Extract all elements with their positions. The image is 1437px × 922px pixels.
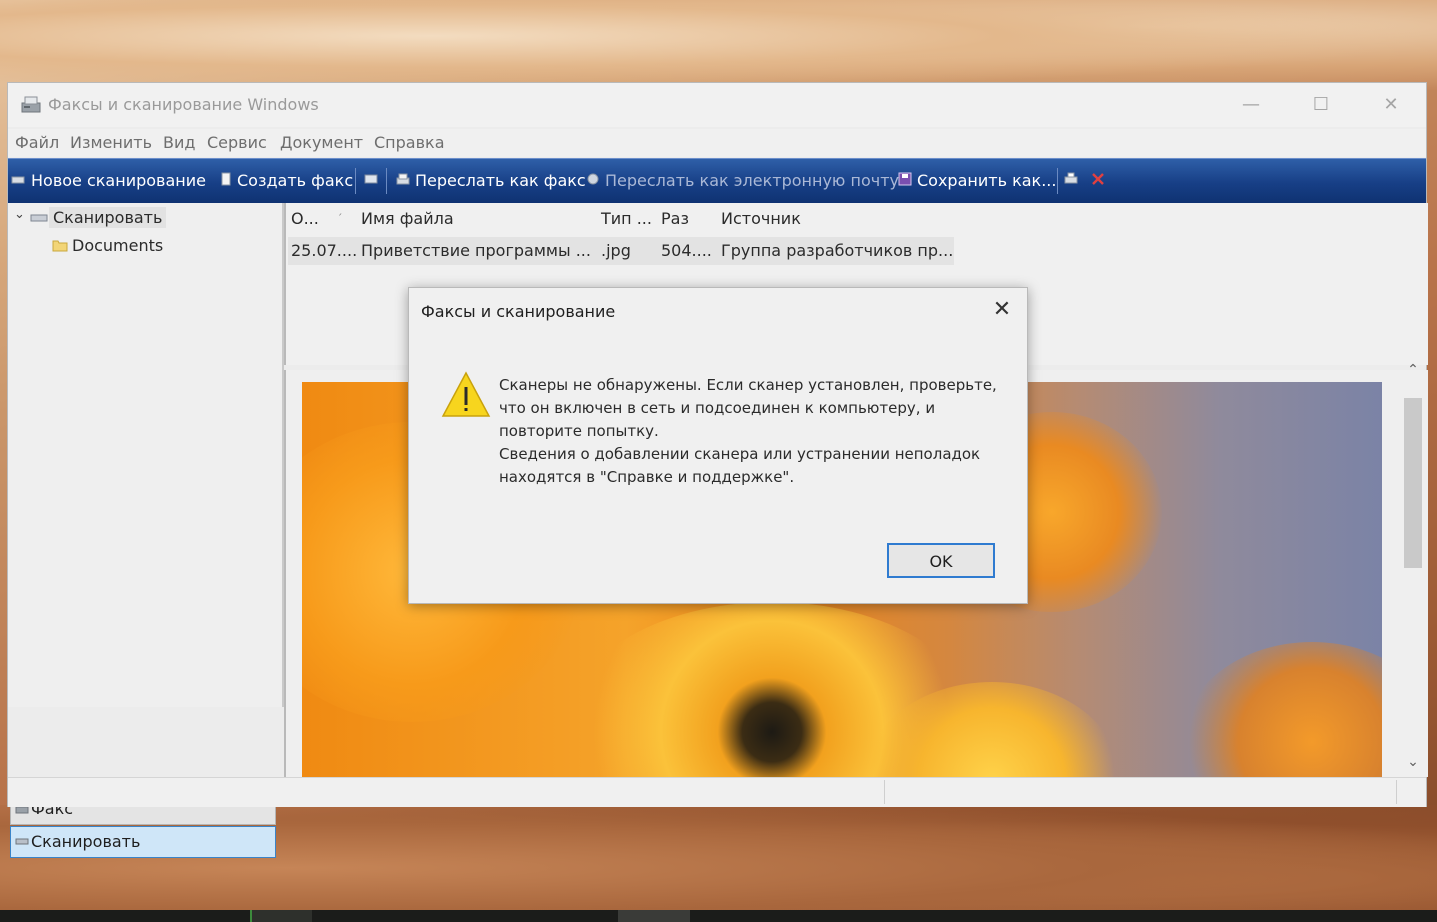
title-bar: Факсы и сканирование Windows — ☐ ✕ bbox=[8, 83, 1426, 127]
column-header-date[interactable]: О... bbox=[291, 209, 319, 228]
menu-file[interactable]: Файл bbox=[15, 133, 59, 152]
table-row[interactable]: 25.07.... Приветствие программы ... .jpg… bbox=[288, 237, 954, 265]
fax-document-icon bbox=[221, 172, 231, 186]
menu-bar: Файл Изменить Вид Сервис Документ Справк… bbox=[8, 129, 1426, 157]
cell-filename: Приветствие программы ... bbox=[361, 241, 591, 260]
menu-document[interactable]: Документ bbox=[280, 133, 363, 152]
column-header-source[interactable]: Источник bbox=[721, 209, 801, 228]
cell-size: 504.... bbox=[661, 241, 712, 260]
forward-as-email-button[interactable]: Переслать как электронную почту bbox=[605, 171, 899, 190]
forward-fax-icon bbox=[396, 173, 410, 185]
taskbar bbox=[0, 910, 1437, 922]
print-icon[interactable] bbox=[1064, 172, 1078, 186]
dialog-message: Сканеры не обнаружены. Если сканер устан… bbox=[499, 374, 1009, 489]
desktop-background-top bbox=[0, 0, 1437, 90]
scroll-down-arrow-icon[interactable]: ⌄ bbox=[1402, 754, 1424, 774]
folder-icon bbox=[52, 240, 68, 252]
forward-as-fax-button[interactable]: Переслать как факс bbox=[415, 171, 586, 190]
dialog-message-line: Сведения о добавлении сканера или устран… bbox=[499, 445, 981, 486]
sort-icon: ˊ bbox=[337, 212, 343, 225]
menu-help[interactable]: Справка bbox=[374, 133, 445, 152]
scanner-icon bbox=[11, 176, 25, 184]
fax-scan-app-icon bbox=[21, 96, 41, 113]
create-fax-button[interactable]: Создать факс bbox=[237, 171, 353, 190]
save-icon bbox=[898, 172, 912, 186]
save-as-button[interactable]: Сохранить как... bbox=[917, 171, 1056, 190]
maximize-button[interactable]: ☐ bbox=[1298, 89, 1344, 123]
dialog-message-line: Сканеры не обнаружены. Если сканер устан… bbox=[499, 376, 997, 440]
ok-button[interactable]: OK bbox=[887, 543, 995, 578]
column-header-size[interactable]: Раз bbox=[661, 209, 689, 228]
nav-scan-label: Сканировать bbox=[31, 832, 141, 851]
scrollbar-thumb[interactable] bbox=[1404, 398, 1422, 568]
new-scan-button[interactable]: Новое сканирование bbox=[31, 171, 206, 190]
window-title: Факсы и сканирование Windows bbox=[48, 95, 319, 114]
minimize-button[interactable]: — bbox=[1228, 89, 1274, 123]
menu-tools[interactable]: Сервис bbox=[207, 133, 267, 152]
dialog-title: Факсы и сканирование bbox=[421, 302, 616, 321]
scroll-up-arrow-icon[interactable]: ⌃ bbox=[1402, 362, 1424, 382]
close-button[interactable]: ✕ bbox=[1368, 89, 1414, 123]
toolbar-separator bbox=[355, 168, 356, 194]
status-bar bbox=[8, 777, 1426, 807]
menu-view[interactable]: Вид bbox=[163, 133, 195, 152]
view-icon[interactable] bbox=[364, 172, 378, 186]
menu-edit[interactable]: Изменить bbox=[70, 133, 152, 152]
toolbar-separator bbox=[386, 168, 387, 194]
delete-icon[interactable] bbox=[1091, 172, 1105, 186]
email-icon bbox=[587, 173, 599, 185]
dialog-close-button[interactable]: ✕ bbox=[987, 296, 1017, 326]
scanner-icon bbox=[30, 214, 48, 222]
toolbar: Новое сканирование Создать факс Переслат… bbox=[8, 158, 1426, 204]
tree-expand-icon[interactable]: ⌄ bbox=[14, 207, 25, 222]
status-divider bbox=[1396, 780, 1397, 804]
tree-item-scan[interactable]: Сканировать bbox=[49, 207, 167, 228]
cell-date: 25.07.... bbox=[291, 241, 358, 260]
nav-scan-button[interactable]: Сканировать bbox=[10, 826, 276, 858]
column-header-type[interactable]: Тип ... bbox=[601, 209, 652, 228]
status-divider bbox=[884, 780, 885, 804]
warning-icon bbox=[441, 371, 491, 417]
scanner-not-found-dialog: Факсы и сканирование ✕ Сканеры не обнару… bbox=[408, 287, 1028, 604]
scanner-icon bbox=[15, 838, 29, 845]
taskbar-item[interactable] bbox=[618, 910, 690, 922]
cell-source: Группа разработчиков пр... bbox=[721, 241, 954, 260]
tree-item-documents[interactable]: Documents bbox=[72, 236, 163, 255]
cell-type: .jpg bbox=[601, 241, 631, 260]
taskbar-item[interactable] bbox=[250, 910, 312, 922]
toolbar-separator bbox=[1057, 168, 1058, 194]
column-header-filename[interactable]: Имя файла bbox=[361, 209, 454, 228]
folder-pane: ⌄ Сканировать Documents Факс Сканировать bbox=[8, 203, 284, 858]
